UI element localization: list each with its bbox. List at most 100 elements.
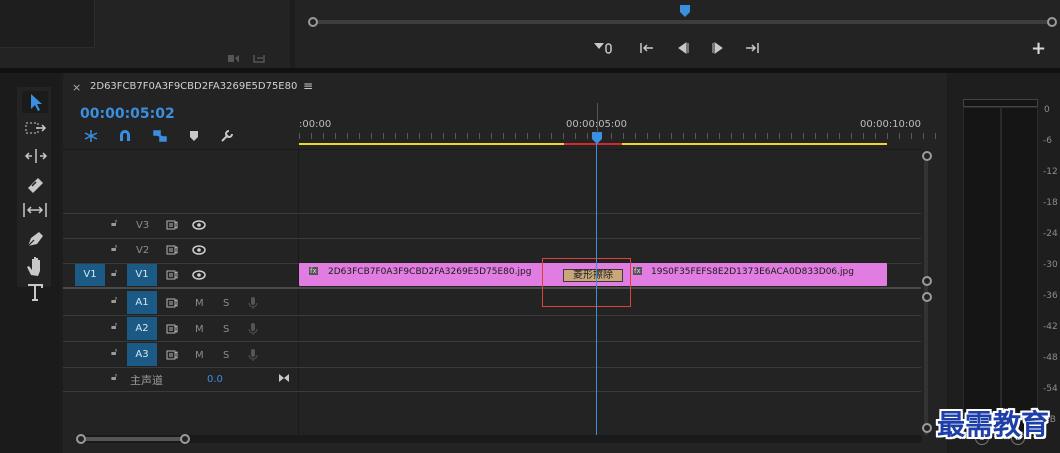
mute-button[interactable]: M <box>195 298 204 309</box>
voice-over-mic-icon[interactable] <box>248 348 258 362</box>
lock-icon[interactable]: 🔓︎ <box>111 268 117 279</box>
go-to-end-bowtie-icon[interactable] <box>278 373 290 383</box>
track-name-v2[interactable]: V2 <box>136 245 149 256</box>
snap-icon[interactable] <box>118 129 132 143</box>
panel-menu-icon[interactable]: ≡ <box>303 79 313 93</box>
program-monitor-panel: + <box>295 0 1060 68</box>
step-forward-icon[interactable] <box>710 41 726 55</box>
clip-name-1[interactable]: 2D63FCB7F0A3F9CBD2FA3269E5D75E80.jpg <box>328 267 531 277</box>
mute-button[interactable]: M <box>195 324 204 335</box>
ruler-label-10: 00:00:10:00 <box>860 119 922 130</box>
track-target-v1[interactable]: V1 <box>127 264 157 286</box>
audio-scroll-top-handle[interactable] <box>922 292 932 302</box>
playhead-line[interactable] <box>596 143 597 435</box>
type-tool-icon[interactable] <box>24 281 48 303</box>
toggle-output-eye-icon[interactable] <box>192 220 206 230</box>
horizontal-scroll-left-handle[interactable] <box>76 434 86 444</box>
right-channel-meter <box>1001 107 1038 432</box>
horizontal-scroll-thumb[interactable] <box>81 437 185 441</box>
ripple-edit-tool-icon[interactable] <box>24 147 48 165</box>
sequence-tab-title[interactable]: 2D63FCB7F0A3F9CBD2FA3269E5D75E80 <box>90 81 297 92</box>
vu-scale-42: -42 <box>1043 322 1058 332</box>
audio-vertical-scrollbar[interactable] <box>924 295 928 435</box>
source-patch-v1[interactable]: V1 <box>75 264 105 286</box>
track-target-a3[interactable]: A3 <box>127 343 157 366</box>
pen-tool-icon[interactable] <box>24 228 48 248</box>
sync-lock-icon[interactable] <box>166 298 178 308</box>
video-scroll-bottom-handle[interactable] <box>922 276 932 286</box>
selection-tool-icon[interactable] <box>22 91 48 113</box>
timeline-settings-wrench-icon[interactable] <box>219 128 235 144</box>
track-target-a2[interactable]: A2 <box>127 317 157 340</box>
lock-icon[interactable]: 🔓︎ <box>111 295 117 306</box>
solo-button[interactable]: S <box>223 350 229 361</box>
track-header-a1: 🔓︎ A1 M S <box>63 290 298 315</box>
voice-over-mic-icon[interactable] <box>248 296 258 310</box>
master-track-label: 主声道 <box>130 374 163 387</box>
lock-icon[interactable]: 🔓︎ <box>111 347 117 358</box>
step-back-icon[interactable] <box>675 41 691 55</box>
toggle-output-eye-icon[interactable] <box>192 245 206 255</box>
track-target-a1[interactable]: A1 <box>127 291 157 314</box>
source-monitor-thumbnail <box>0 0 95 48</box>
program-scrub-end[interactable] <box>1047 17 1057 27</box>
fx-badge-icon: fx <box>309 267 318 275</box>
hand-tool-icon[interactable] <box>24 255 48 277</box>
timeline-panel: × 2D63FCB7F0A3F9CBD2FA3269E5D75E80 ≡ 00:… <box>63 73 947 453</box>
sync-lock-icon[interactable] <box>166 350 178 360</box>
video-vertical-scrollbar[interactable] <box>924 153 928 293</box>
vu-scale-48: -48 <box>1043 353 1058 363</box>
time-ruler[interactable] <box>299 133 939 139</box>
lock-icon[interactable]: 🔓︎ <box>111 218 117 229</box>
track-header-v1: V1 🔓︎ V1 <box>63 263 298 287</box>
sync-lock-icon[interactable] <box>166 220 178 230</box>
lock-icon[interactable]: 🔓︎ <box>111 372 117 383</box>
go-to-in-icon[interactable] <box>639 41 655 55</box>
vu-scale-36: -36 <box>1043 291 1058 301</box>
playhead-timecode[interactable]: 00:00:05:02 <box>80 106 175 122</box>
track-header-v3: 🔓︎ V3 <box>63 213 298 238</box>
program-scrubber[interactable] <box>313 20 1053 24</box>
solo-button[interactable]: S <box>223 298 229 309</box>
slip-tool-icon[interactable] <box>22 201 48 219</box>
horizontal-scroll-track[interactable] <box>76 435 922 443</box>
playhead-icon[interactable] <box>591 131 603 145</box>
program-playhead-icon[interactable] <box>679 4 691 18</box>
track-header-a3: 🔓︎ A3 M S <box>63 342 298 367</box>
insert-overwrite-icons[interactable] <box>226 52 270 66</box>
track-select-tool-icon[interactable] <box>24 120 48 138</box>
close-tab-icon[interactable]: × <box>72 81 81 94</box>
sync-lock-icon[interactable] <box>166 245 178 255</box>
lock-icon[interactable]: 🔓︎ <box>111 243 117 254</box>
sync-lock-icon[interactable] <box>166 324 178 334</box>
header-divider <box>63 149 921 150</box>
razor-tool-icon[interactable] <box>24 174 48 194</box>
vu-scale-6: -6 <box>1043 136 1052 146</box>
meter-peak-indicators <box>963 99 1038 107</box>
master-volume-value[interactable]: 0.0 <box>207 374 223 385</box>
voice-over-mic-icon[interactable] <box>248 322 258 336</box>
go-to-out-icon[interactable] <box>744 41 760 55</box>
clip-name-2[interactable]: 19S0F35FEFS8E2D1373E6ACA0D833D06.jpg <box>651 267 854 277</box>
solo-button[interactable]: S <box>223 324 229 335</box>
nest-sequence-icon[interactable] <box>83 129 99 143</box>
toggle-output-eye-icon[interactable] <box>192 270 206 280</box>
lift-extract-icon[interactable] <box>592 40 616 56</box>
sync-lock-icon[interactable] <box>166 270 178 280</box>
playhead-top-line <box>597 103 598 133</box>
lock-icon[interactable]: 🔓︎ <box>111 321 117 332</box>
video-audio-divider <box>63 287 921 289</box>
vu-scale-24: -24 <box>1043 229 1058 239</box>
video-scroll-top-handle[interactable] <box>922 151 932 161</box>
mute-button[interactable]: M <box>195 350 204 361</box>
fx-badge-icon: fx <box>633 267 642 275</box>
track-name-v3[interactable]: V3 <box>136 220 149 231</box>
add-button-icon[interactable]: + <box>1031 38 1046 59</box>
add-marker-icon[interactable] <box>188 130 200 142</box>
audio-meters-panel: 0 -6 -12 -18 -24 -30 -36 -42 -48 -54 dB … <box>950 73 1060 453</box>
program-scrub-start[interactable] <box>308 17 318 27</box>
tools-panel <box>0 73 60 453</box>
audio-scroll-bottom-handle[interactable] <box>922 423 932 433</box>
linked-selection-icon[interactable] <box>152 129 168 143</box>
horizontal-scroll-right-handle[interactable] <box>180 434 190 444</box>
